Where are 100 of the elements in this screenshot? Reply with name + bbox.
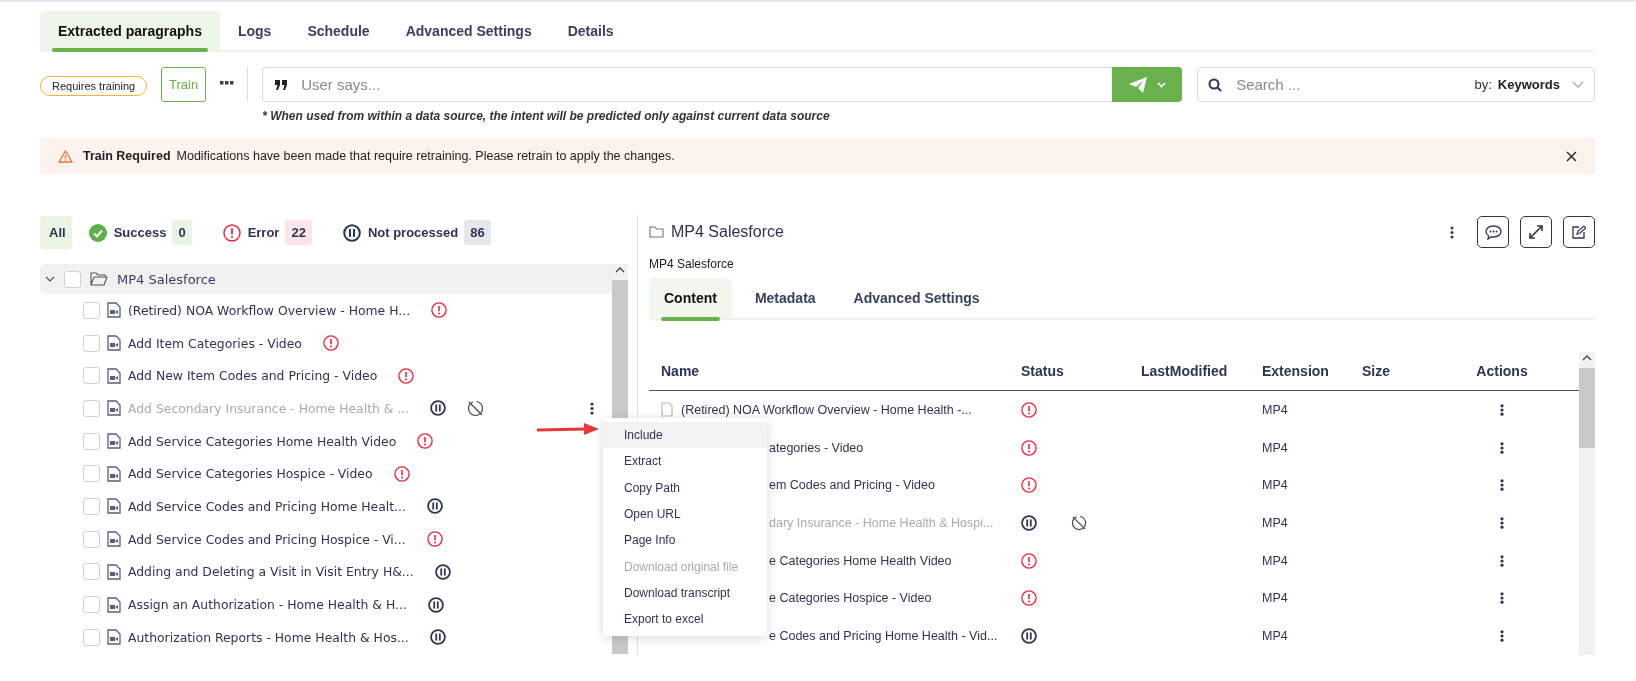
status-filter[interactable]: Not processed — [333, 216, 465, 249]
tab[interactable]: Advanced Settings — [387, 11, 550, 50]
error-icon — [398, 367, 415, 384]
caret-icon — [1156, 81, 1166, 88]
checkbox[interactable] — [83, 563, 100, 581]
speech-bubble-icon — [1484, 224, 1502, 240]
status-filter[interactable]: All — [40, 216, 72, 249]
column-header[interactable]: Status — [1021, 363, 1141, 379]
pause-icon — [1021, 514, 1037, 531]
comment-button[interactable] — [1477, 216, 1509, 248]
menu-item[interactable]: Include — [603, 422, 767, 449]
checkbox[interactable] — [83, 465, 100, 483]
pause-icon — [342, 223, 361, 242]
status-filter[interactable]: Error — [213, 216, 286, 249]
send-button[interactable] — [1112, 67, 1183, 102]
tab[interactable]: Content — [649, 278, 732, 318]
column-header[interactable]: Size — [1362, 363, 1462, 379]
error-icon — [1021, 552, 1037, 569]
count-badge: 86 — [464, 220, 491, 245]
chevron-up-icon[interactable] — [615, 267, 625, 273]
table-cell: MP4 — [1262, 515, 1288, 530]
checkbox[interactable] — [83, 432, 100, 450]
file-name[interactable]: Add New Item Codes and Pricing - Video — [128, 368, 378, 384]
error-icon — [426, 531, 443, 548]
kebab-menu-icon[interactable] — [1500, 403, 1504, 416]
checkbox[interactable] — [83, 596, 100, 614]
menu-item[interactable]: Download transcript — [603, 579, 767, 607]
tab[interactable]: Schedule — [289, 11, 388, 50]
checkbox[interactable] — [83, 399, 100, 417]
checkbox[interactable] — [83, 301, 100, 319]
kebab-menu-icon[interactable] — [590, 401, 594, 415]
video-file-icon — [107, 367, 121, 384]
error-icon — [1021, 590, 1037, 607]
checkbox[interactable] — [64, 270, 81, 288]
search-box[interactable]: Search ... by: Keywords — [1197, 67, 1595, 102]
search-by-dropdown[interactable]: Keywords — [1497, 77, 1560, 92]
pointer-arrow — [536, 422, 600, 436]
column-header[interactable]: Extension — [1262, 363, 1362, 379]
menu-item[interactable]: Open URL — [603, 500, 767, 528]
file-name[interactable]: Add Service Codes and Pricing Home Healt... — [128, 498, 406, 514]
kebab-menu-icon[interactable] — [1500, 629, 1504, 642]
video-file-icon — [107, 596, 121, 613]
menu-item[interactable]: Extract — [603, 448, 767, 475]
menu-item[interactable]: Copy Path — [603, 474, 767, 501]
file-name: em Codes and Pricing - Video — [769, 478, 935, 493]
column-header[interactable]: LastModified — [1141, 363, 1262, 379]
video-file-icon — [107, 563, 121, 580]
panel-title: MP4 Salesforce — [671, 223, 784, 241]
search-field[interactable]: Search ... — [1234, 75, 1463, 94]
folder-icon — [649, 226, 664, 238]
file-name[interactable]: Add Item Categories - Video — [128, 335, 302, 351]
pause-icon — [434, 563, 451, 580]
chevron-down-icon[interactable] — [45, 276, 55, 282]
kebab-menu-icon[interactable] — [1500, 554, 1504, 567]
checkbox[interactable] — [83, 334, 100, 352]
expand-icon — [1529, 225, 1543, 239]
file-name[interactable]: Add Service Categories Hospice - Video — [128, 466, 373, 482]
chevron-up-icon[interactable] — [1582, 355, 1592, 361]
file-name[interactable]: Adding and Deleting a Visit in Visit Entry H&... — [128, 564, 414, 580]
more-icon[interactable] — [220, 81, 235, 85]
menu-item[interactable]: Export to excel — [603, 606, 767, 633]
file-name[interactable]: Authorization Reports - Home Health & Hos... — [128, 629, 409, 645]
checkbox[interactable] — [83, 497, 100, 515]
tab[interactable]: Advanced Settings — [838, 278, 995, 318]
kebab-menu-icon[interactable] — [1500, 592, 1504, 605]
checkbox[interactable] — [83, 530, 100, 548]
video-file-icon — [107, 465, 121, 482]
expand-button[interactable] — [1520, 216, 1552, 248]
file-name[interactable]: (Retired) NOA Workflow Overview - Home H... — [128, 302, 411, 318]
file-name[interactable]: Add Service Categories Home Health Video — [128, 433, 397, 449]
kebab-menu-icon[interactable] — [1500, 441, 1504, 454]
video-file-icon — [107, 400, 121, 417]
checkbox[interactable] — [83, 628, 100, 646]
folder-row[interactable]: MP4 Salesforce — [40, 264, 612, 294]
column-header[interactable]: Name — [649, 363, 1021, 379]
file-name: ategories - Video — [769, 440, 864, 455]
table-cell: MP4 — [1262, 440, 1288, 455]
query-field[interactable]: User says... — [299, 75, 1113, 94]
checkbox[interactable] — [83, 367, 100, 385]
tab[interactable]: Metadata — [739, 278, 831, 318]
column-header[interactable]: Actions — [1462, 363, 1542, 379]
close-icon[interactable] — [1566, 150, 1577, 162]
file-name[interactable]: Assign an Authorization - Home Health & H... — [128, 597, 407, 613]
file-name: e Categories Home Health Video — [769, 553, 952, 568]
count-badge: 0 — [172, 220, 192, 245]
kebab-menu-icon[interactable] — [1450, 225, 1454, 239]
kebab-menu-icon[interactable] — [1500, 516, 1504, 529]
file-name: e Codes and Pricing Home Health - Vid... — [769, 628, 998, 643]
tab[interactable]: Details — [549, 11, 632, 50]
status-filter[interactable]: Success — [79, 216, 173, 249]
tab[interactable]: Extracted paragraphs — [40, 11, 220, 50]
kebab-menu-icon[interactable] — [1500, 479, 1504, 492]
menu-item[interactable]: Page Info — [603, 527, 767, 554]
tab[interactable]: Logs — [219, 11, 290, 50]
edit-button[interactable] — [1563, 216, 1595, 248]
scrollbar[interactable] — [1579, 352, 1595, 655]
query-box[interactable]: User says... — [262, 67, 1113, 102]
search-by-label: by: — [1474, 77, 1492, 92]
file-name[interactable]: Add Service Codes and Pricing Hospice - Vi... — [128, 531, 406, 547]
search-icon — [1208, 77, 1223, 92]
